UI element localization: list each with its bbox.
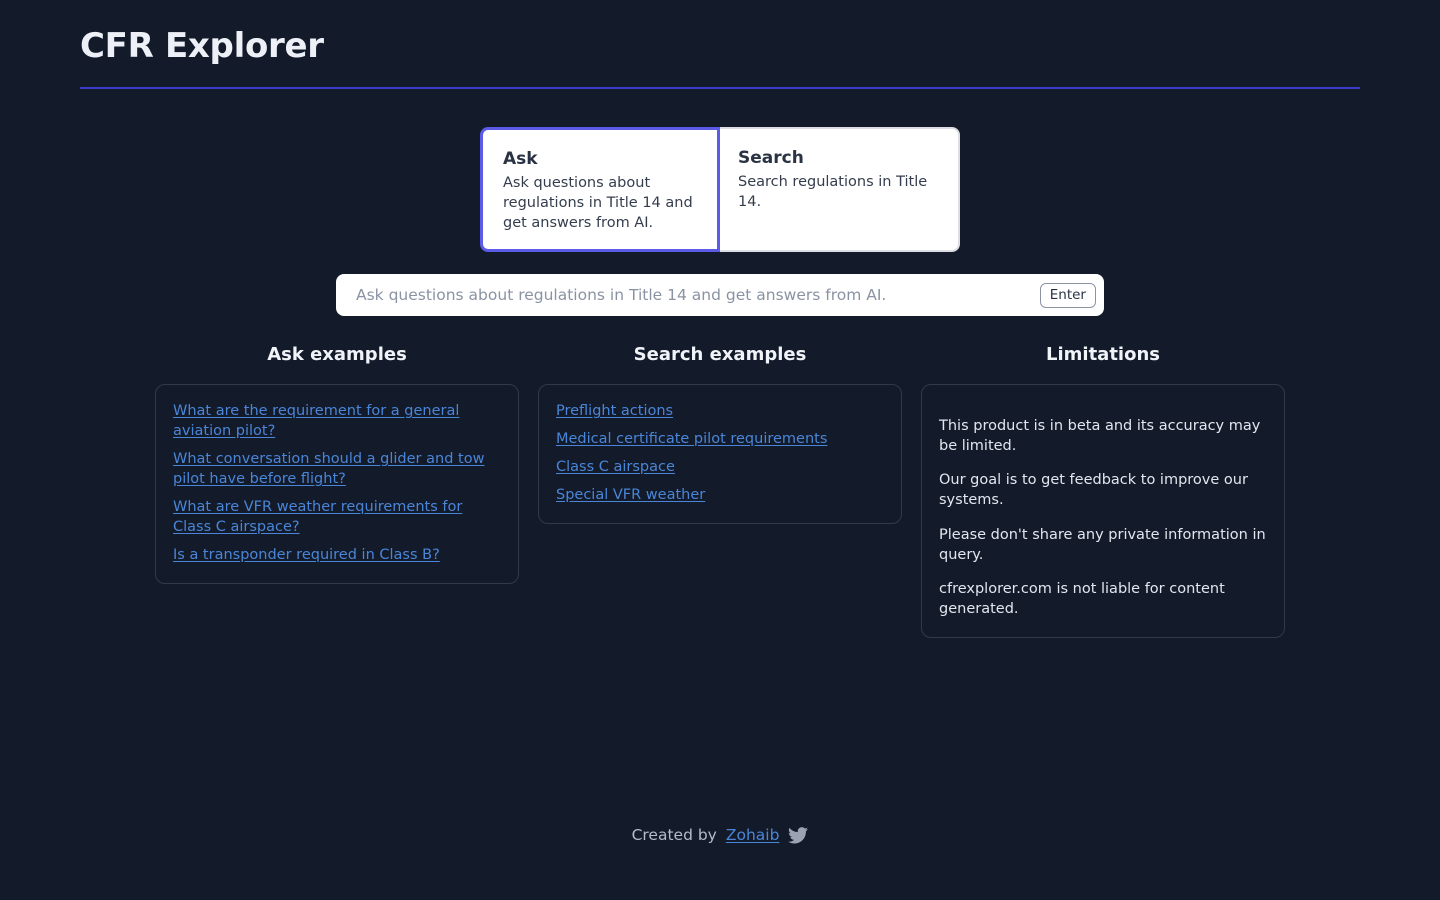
- mode-tabs: Ask Ask questions about regulations in T…: [480, 127, 960, 252]
- list-item[interactable]: Preflight actions: [556, 401, 884, 421]
- list-item[interactable]: Class C airspace: [556, 457, 884, 477]
- page-header: CFR Explorer: [0, 0, 1440, 89]
- footer: Created by Zohaib: [0, 826, 1440, 844]
- tab-search[interactable]: Search Search regulations in Title 14.: [720, 127, 960, 252]
- tab-ask-description: Ask questions about regulations in Title…: [503, 173, 697, 233]
- limitation-note: Please don't share any private informati…: [939, 525, 1267, 565]
- enter-button[interactable]: Enter: [1040, 283, 1096, 308]
- prompt-bar-container: Enter: [0, 274, 1440, 316]
- column-search-examples: Search examples Preflight actions Medica…: [538, 344, 902, 638]
- footer-credit-text: Created by: [632, 826, 717, 844]
- search-examples-card: Preflight actions Medical certificate pi…: [538, 384, 902, 524]
- column-ask-examples: Ask examples What are the requirement fo…: [155, 344, 519, 638]
- list-item[interactable]: Medical certificate pilot requirements: [556, 429, 884, 449]
- limitation-note: cfrexplorer.com is not liable for conten…: [939, 579, 1267, 619]
- search-examples-heading: Search examples: [538, 344, 902, 366]
- author-link[interactable]: Zohaib: [726, 826, 780, 844]
- mode-tabs-container: Ask Ask questions about regulations in T…: [0, 127, 1440, 252]
- twitter-icon[interactable]: [788, 827, 808, 844]
- tab-search-description: Search regulations in Title 14.: [738, 172, 938, 212]
- list-item[interactable]: What conversation should a glider and to…: [173, 449, 501, 489]
- tab-search-label: Search: [738, 147, 938, 169]
- ask-examples-card: What are the requirement for a general a…: [155, 384, 519, 584]
- limitations-heading: Limitations: [921, 344, 1285, 366]
- list-item[interactable]: What are VFR weather requirements for Cl…: [173, 497, 501, 537]
- page-title: CFR Explorer: [80, 0, 1360, 68]
- limitations-card: This product is in beta and its accuracy…: [921, 384, 1285, 638]
- list-item[interactable]: Is a transponder required in Class B?: [173, 545, 501, 565]
- list-item[interactable]: Special VFR weather: [556, 485, 884, 505]
- column-limitations: Limitations This product is in beta and …: [921, 344, 1285, 638]
- ask-examples-heading: Ask examples: [155, 344, 519, 366]
- list-item[interactable]: What are the requirement for a general a…: [173, 401, 501, 441]
- tab-ask-label: Ask: [503, 148, 697, 170]
- ask-input[interactable]: [354, 274, 1040, 316]
- tab-ask[interactable]: Ask Ask questions about regulations in T…: [480, 127, 720, 252]
- prompt-bar: Enter: [336, 274, 1104, 316]
- examples-columns: Ask examples What are the requirement fo…: [0, 344, 1440, 638]
- header-divider: [80, 87, 1360, 89]
- limitation-note: This product is in beta and its accuracy…: [939, 416, 1267, 456]
- limitation-note: Our goal is to get feedback to improve o…: [939, 470, 1267, 510]
